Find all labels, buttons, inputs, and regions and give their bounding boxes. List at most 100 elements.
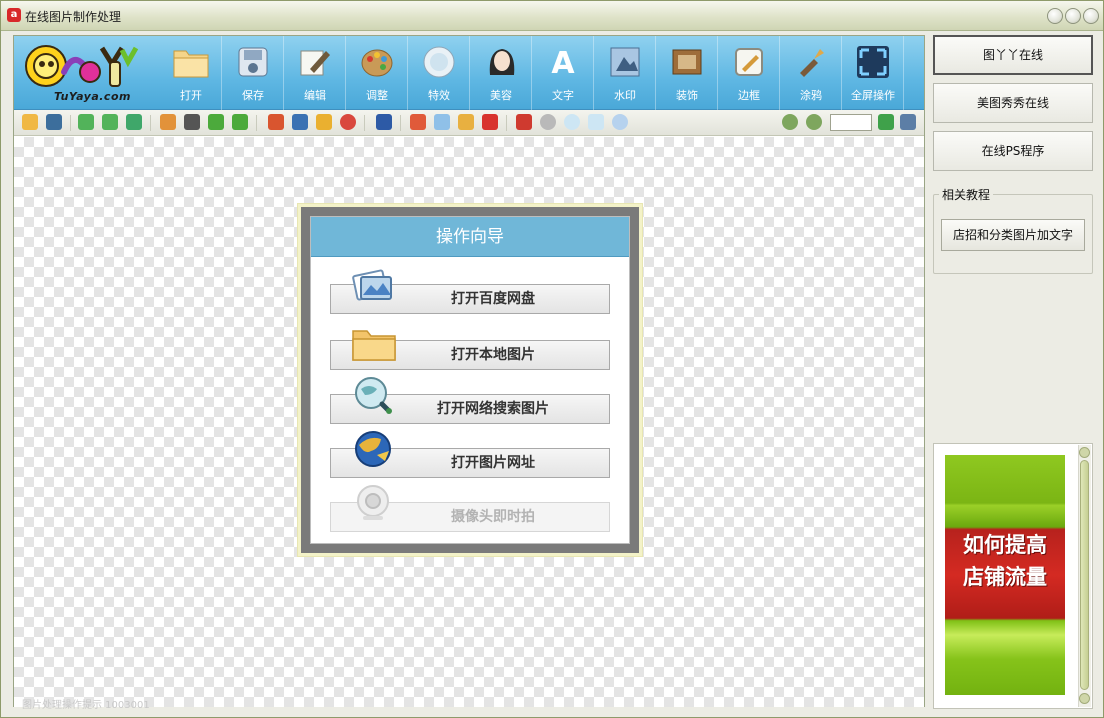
filter-icon[interactable] xyxy=(316,114,332,130)
folder-icon xyxy=(173,44,209,80)
ad-line-1: 如何提高 xyxy=(963,533,1047,557)
quick-icon-bar xyxy=(14,110,924,136)
title-bar: a 在线图片制作处理 xyxy=(1,1,1103,31)
tool-label: 调整 xyxy=(366,89,388,102)
fit-icon[interactable] xyxy=(878,114,894,130)
save-small-icon[interactable] xyxy=(46,114,62,130)
rotate-icon[interactable] xyxy=(208,114,224,130)
resize-icon[interactable] xyxy=(160,114,176,130)
color-wheel-icon[interactable] xyxy=(340,114,356,130)
tool-edit-pen-button[interactable]: 编辑 xyxy=(284,36,346,110)
redo-icon[interactable] xyxy=(102,114,118,130)
cloud-disk-icon xyxy=(352,269,392,301)
tool-decoration-frame-button[interactable]: 装饰 xyxy=(656,36,718,110)
ad-text: 如何提高 店铺流量 xyxy=(945,529,1065,593)
tool-label: 特效 xyxy=(428,89,450,102)
separator xyxy=(150,115,151,131)
tool-palette-button[interactable]: 调整 xyxy=(346,36,408,110)
separator xyxy=(506,115,507,131)
separator xyxy=(364,115,365,131)
effects-sphere-icon xyxy=(421,44,457,80)
watermark-icon xyxy=(607,44,643,80)
drop-icon[interactable] xyxy=(564,114,580,130)
ad-line-2: 店铺流量 xyxy=(963,565,1047,589)
zoom-input[interactable] xyxy=(830,114,872,131)
tool-label: 全屏操作 xyxy=(851,89,895,102)
blur-icon[interactable] xyxy=(612,114,628,130)
layers-icon[interactable] xyxy=(268,114,284,130)
folder-icon xyxy=(352,330,396,361)
minimize-button[interactable] xyxy=(1047,8,1063,24)
tool-label: 保存 xyxy=(242,89,264,102)
decoration-frame-icon xyxy=(669,44,705,80)
status-text: 图片处理操作提示 1003001 xyxy=(22,700,150,711)
tool-folder-button[interactable]: 打开 xyxy=(160,36,222,110)
scroll-up-arrow-icon[interactable] xyxy=(1079,447,1090,458)
magic-icon[interactable] xyxy=(458,114,474,130)
tutorials-title: 相关教程 xyxy=(939,186,994,203)
tool-label: 打开 xyxy=(180,89,202,102)
sharpen-icon[interactable] xyxy=(588,114,604,130)
save-disk-icon xyxy=(235,44,271,80)
zoom-in-icon[interactable] xyxy=(782,114,798,130)
tool-border-button[interactable]: 边框 xyxy=(718,36,780,110)
wizard-dialog: 操作向导 打开百度网盘 打开本地图片 打开网络搜索图片 打开图片网址 摄像头即时… xyxy=(301,207,639,553)
window-title: 在线图片制作处理 xyxy=(25,10,122,24)
tool-save-disk-button[interactable]: 保存 xyxy=(222,36,284,110)
edit-pen-icon xyxy=(297,44,333,80)
face-small-icon[interactable] xyxy=(540,114,556,130)
tool-group: 打开 保存 编辑 调整 特效 美容 A 文字 水印 装饰 边框 涂鸦 全屏操作 xyxy=(160,36,904,110)
text-a-icon: A xyxy=(545,44,581,80)
tool-brush-button[interactable]: 涂鸦 xyxy=(780,36,842,110)
webcam-icon xyxy=(357,485,389,520)
tuyaya-logo[interactable]: TuYaya.com xyxy=(24,42,144,106)
sticker-icon[interactable] xyxy=(410,114,426,130)
tutorial-link-button[interactable]: 店招和分类图片加文字 xyxy=(941,219,1085,251)
zoom-out-icon[interactable] xyxy=(806,114,822,130)
ad-banner[interactable]: 如何提高 店铺流量 xyxy=(945,455,1065,695)
image-canvas[interactable]: 操作向导 打开百度网盘 打开本地图片 打开网络搜索图片 打开图片网址 摄像头即时… xyxy=(14,137,924,711)
image-editor: TuYaya.com 打开 保存 编辑 调整 特效 美容 A 文字 水印 装饰 边框 涂鸦 全屏操作 xyxy=(13,35,925,711)
picture-icon[interactable] xyxy=(292,114,308,130)
crop-icon[interactable] xyxy=(184,114,200,130)
undo-icon[interactable] xyxy=(78,114,94,130)
globe-link-icon xyxy=(355,431,391,467)
tool-label: 涂鸦 xyxy=(800,89,822,102)
wizard-panel: 操作向导 打开百度网盘 打开本地图片 打开网络搜索图片 打开图片网址 摄像头即时… xyxy=(310,216,630,544)
app-window: a 在线图片制作处理 TuYaya.com 打开 保存 编辑 调整 特效 美容 xyxy=(0,0,1104,718)
frame-small-icon[interactable] xyxy=(482,114,498,130)
logo-mark-icon xyxy=(25,45,139,87)
app-icon: a xyxy=(7,8,21,22)
actual-size-icon[interactable] xyxy=(900,114,916,130)
main-toolbar: TuYaya.com 打开 保存 编辑 调整 特效 美容 A 文字 水印 装饰 边框 涂鸦 全屏操作 xyxy=(14,36,924,110)
separator xyxy=(400,115,401,131)
tool-effects-sphere-button[interactable]: 特效 xyxy=(408,36,470,110)
logo-text: TuYaya.com xyxy=(54,90,131,103)
online-ps-button[interactable]: 在线PS程序 xyxy=(933,131,1093,171)
tool-label: 美容 xyxy=(490,89,512,102)
close-button[interactable] xyxy=(1083,8,1099,24)
meitu-online-button[interactable]: 美图秀秀在线 xyxy=(933,83,1093,123)
text-small-icon[interactable] xyxy=(376,114,392,130)
scroll-thumb[interactable] xyxy=(1080,460,1089,690)
border-icon xyxy=(731,44,767,80)
maximize-button[interactable] xyxy=(1065,8,1081,24)
tool-face-beauty-button[interactable]: 美容 xyxy=(470,36,532,110)
tuyaya-online-button[interactable]: 图丫丫在线 xyxy=(933,35,1093,75)
brush-icon xyxy=(793,44,829,80)
refresh-icon[interactable] xyxy=(126,114,142,130)
tool-text-a-button[interactable]: A 文字 xyxy=(532,36,594,110)
tool-label: 编辑 xyxy=(304,89,326,102)
open-small-icon[interactable] xyxy=(22,114,38,130)
pen-small-icon[interactable] xyxy=(516,114,532,130)
face-beauty-icon xyxy=(483,44,519,80)
tool-label: 边框 xyxy=(738,89,760,102)
separator xyxy=(256,115,257,131)
scroll-down-arrow-icon[interactable] xyxy=(1079,693,1090,704)
tool-label: 水印 xyxy=(614,89,636,102)
wizard-title: 操作向导 xyxy=(311,217,629,257)
tool-fullscreen-button[interactable]: 全屏操作 xyxy=(842,36,904,110)
flip-icon[interactable] xyxy=(232,114,248,130)
tool-watermark-button[interactable]: 水印 xyxy=(594,36,656,110)
bulb-icon[interactable] xyxy=(434,114,450,130)
